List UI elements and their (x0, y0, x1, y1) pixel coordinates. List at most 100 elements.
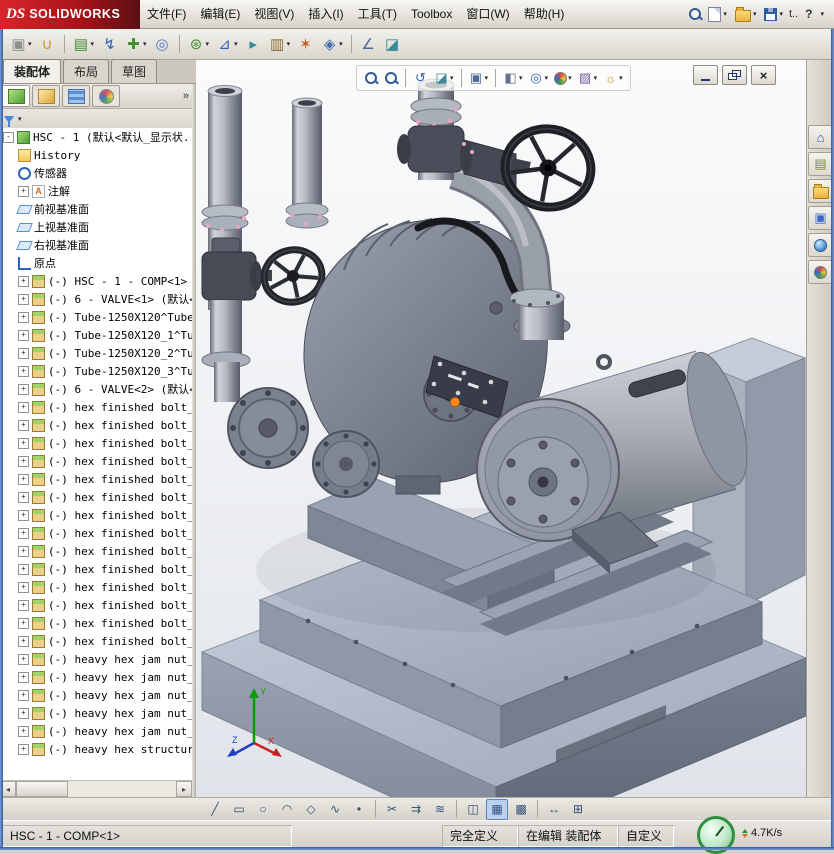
new-motion-study-button[interactable]: ▸ (243, 32, 264, 56)
file-explorer-button[interactable] (808, 179, 833, 203)
tree-item[interactable]: + (-) hex finished bolt_a (0, 452, 192, 470)
status-custom[interactable]: 自定义 (618, 825, 674, 847)
sketch-trim-tool[interactable]: ✂ (381, 799, 403, 820)
doc-close-button[interactable] (751, 65, 776, 85)
linear-component-pattern-button[interactable]: ▤ ▾ (71, 32, 97, 56)
tree-item[interactable]: + (-) 6 - VALVE<2> (默认< (0, 380, 192, 398)
doc-minimize-button[interactable] (693, 65, 718, 85)
design-library-button[interactable]: ▤ (808, 152, 833, 176)
expander-icon[interactable]: - (3, 132, 14, 143)
expander-icon[interactable]: + (18, 690, 29, 701)
save-button[interactable]: ▾ (762, 7, 785, 22)
expander-icon[interactable]: + (18, 708, 29, 719)
view-palette-button[interactable]: ▣ (808, 206, 833, 230)
measure-button[interactable]: ∠ (358, 32, 379, 56)
dropdown-arrow-icon[interactable]: ▾ (485, 74, 489, 82)
assembly-features-button[interactable]: ⊛ ▾ (186, 32, 212, 56)
new-document-button[interactable]: ▾ (706, 6, 729, 23)
tree-item[interactable]: 右视基准面 (0, 236, 192, 254)
expander-icon[interactable]: + (18, 348, 29, 359)
tree-item[interactable]: 上视基准面 (0, 218, 192, 236)
dropdown-arrow-icon[interactable]: ▾ (723, 10, 727, 18)
tree-item[interactable]: History (0, 146, 192, 164)
commandmanager-tab[interactable]: 装配体 (3, 59, 61, 83)
menu-item[interactable]: Toolbox (404, 0, 459, 29)
menu-item[interactable]: 文件(F) (140, 0, 193, 29)
tree-item[interactable]: 前视基准面 (0, 200, 192, 218)
dropdown-arrow-icon[interactable]: ▾ (28, 40, 32, 48)
sketch-line-tool[interactable]: ╱ (204, 799, 226, 820)
menu-item[interactable]: 帮助(H) (517, 0, 572, 29)
open-button[interactable]: ▾ (733, 6, 759, 23)
dropdown-arrow-icon[interactable]: ▾ (18, 115, 22, 123)
section-view-button[interactable]: ◪ (382, 32, 403, 56)
dropdown-arrow-icon[interactable]: ▾ (779, 10, 783, 18)
displaymanager-tab[interactable] (92, 85, 120, 107)
zoom-fit-icon[interactable] (362, 68, 380, 88)
content-central-button[interactable] (808, 233, 833, 257)
expander-icon[interactable]: + (18, 276, 29, 287)
sketch-rectangle-tool[interactable]: ▭ (228, 799, 250, 820)
expander-icon[interactable]: + (18, 330, 29, 341)
tree-item[interactable]: + (-) Tube-1250X120_3^Tub (0, 362, 192, 380)
tree-item[interactable]: + (-) heavy hex jam nut_a (0, 650, 192, 668)
expander-icon[interactable]: + (18, 546, 29, 557)
expander-icon[interactable]: + (18, 420, 29, 431)
tree-item[interactable]: + (-) hex finished bolt_a (0, 488, 192, 506)
tree-item[interactable]: + (-) hex finished bolt_a (0, 632, 192, 650)
expander-icon[interactable]: + (18, 528, 29, 539)
featuremanager-tree-tab[interactable] (2, 85, 30, 107)
tree-item[interactable]: + (-) hex finished bolt_a (0, 560, 192, 578)
propertymanager-tab[interactable] (32, 85, 60, 107)
menu-item[interactable]: 窗口(W) (459, 0, 516, 29)
expander-icon[interactable]: + (18, 654, 29, 665)
sketch-circle-tool[interactable]: ○ (252, 799, 274, 820)
scrollbar-thumb[interactable] (16, 781, 68, 797)
dropdown-arrow-icon[interactable]: ▾ (143, 40, 147, 48)
tree-item[interactable]: + (-) hex finished bolt_a (0, 416, 192, 434)
solidworks-resources-button[interactable]: ⌂ (808, 125, 833, 149)
expander-icon[interactable]: + (18, 582, 29, 593)
expander-icon[interactable]: + (18, 384, 29, 395)
scrollbar-track[interactable] (68, 781, 176, 797)
search-icon[interactable] (688, 7, 702, 21)
quick-snaps-tool[interactable]: ⊞ (567, 799, 589, 820)
tree-item[interactable]: + (-) HSC - 1 - COMP<1> ( (0, 272, 192, 290)
tree-item[interactable]: + (-) hex finished bolt_a (0, 596, 192, 614)
move-component-button[interactable]: ✚ ▾ (123, 32, 149, 56)
section-view-icon[interactable]: ◪ ▾ (432, 68, 456, 88)
menu-item[interactable]: 插入(I) (301, 0, 350, 29)
tree-item[interactable]: + (-) heavy hex jam nut_a (0, 686, 192, 704)
menu-item[interactable]: 视图(V) (247, 0, 301, 29)
expander-icon[interactable]: + (18, 636, 29, 647)
insert-components-button[interactable]: ▣ ▾ (8, 32, 34, 56)
expander-icon[interactable]: + (18, 510, 29, 521)
tree-item[interactable]: + (-) heavy hex jam nut_a (0, 704, 192, 722)
dropdown-arrow-icon[interactable]: ▾ (91, 40, 95, 48)
tree-item[interactable]: + (-) hex finished bolt_a (0, 578, 192, 596)
expander-icon[interactable]: + (18, 186, 29, 197)
menu-collapse-chevron-icon[interactable]: ▾ (820, 10, 824, 18)
commandmanager-tab[interactable]: 布局 (63, 59, 109, 83)
dropdown-arrow-icon[interactable]: ▾ (234, 40, 238, 48)
expander-icon[interactable]: + (18, 492, 29, 503)
dropdown-arrow-icon[interactable]: ▾ (519, 74, 523, 82)
dropdown-arrow-icon[interactable]: ▾ (619, 74, 623, 82)
dropdown-arrow-icon[interactable]: ▾ (545, 74, 549, 82)
tree-item[interactable]: + (-) heavy hex jam nut_a (0, 722, 192, 740)
interference-detection-button[interactable]: ◈ ▾ (319, 32, 345, 56)
expander-icon[interactable]: + (18, 294, 29, 305)
expander-icon[interactable]: + (18, 366, 29, 377)
mirror-entities-tool[interactable]: ◫ (462, 799, 484, 820)
tree-item[interactable]: + (-) hex finished bolt_a (0, 524, 192, 542)
view-settings-icon[interactable]: ☼ ▾ (601, 68, 625, 88)
apply-scene-icon[interactable]: ▨ ▾ (576, 68, 600, 88)
dropdown-arrow-icon[interactable]: ▾ (287, 40, 291, 48)
scroll-right-button[interactable]: ▸ (176, 781, 192, 797)
tree-item[interactable]: + (-) heavy hex structura (0, 740, 192, 758)
doc-restore-button[interactable] (722, 65, 747, 85)
expander-icon[interactable]: + (18, 618, 29, 629)
tree-item[interactable]: + (-) hex finished bolt_a (0, 506, 192, 524)
tree-item[interactable]: + (-) Tube-1250X120_2^Tub (0, 344, 192, 362)
dropdown-arrow-icon[interactable]: ▾ (594, 74, 598, 82)
